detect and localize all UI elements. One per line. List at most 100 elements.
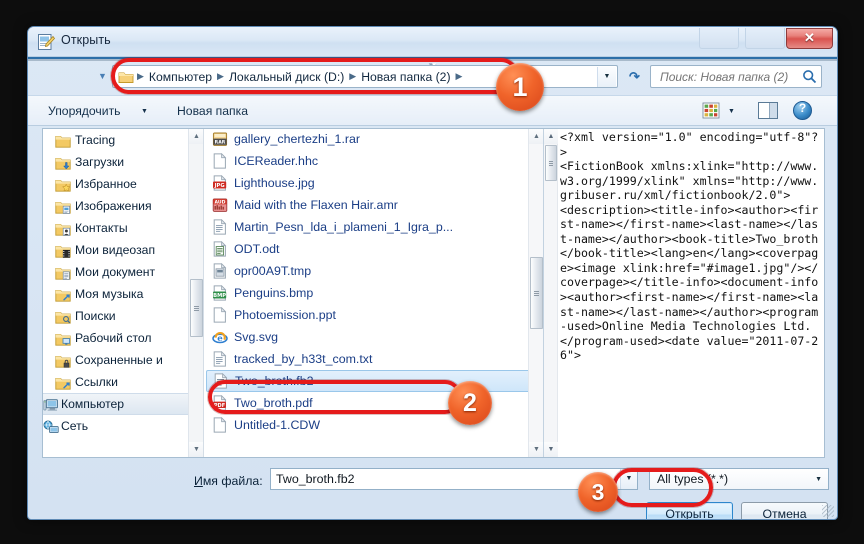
filename-label-accel: И [194,474,203,488]
computer-icon [43,398,59,412]
documents-folder-icon [55,265,71,280]
text-document-icon [212,350,228,367]
nav-tree-item[interactable]: Контакты [43,217,203,239]
file-list-item[interactable]: e Svg.svg [204,326,543,348]
breadcrumb-item-2[interactable]: Новая папка (2) [357,69,454,85]
nav-tree-item-label: Ссылки [75,375,118,389]
help-icon[interactable] [793,101,812,120]
file-list-item[interactable]: PDF Two_broth.pdf [204,392,543,414]
file-list-item[interactable]: ICEReader.hhc [204,150,543,172]
file-list-item[interactable]: Untitled-1.CDW [204,414,543,436]
filename-dropdown-button[interactable] [620,469,637,489]
file-list: RAR gallery_chertezhi_1.rar ICEReader.hhc J… [204,129,543,436]
breadcrumb-separator: ▶ [137,71,144,81]
nav-tree-item[interactable]: Поиски [43,305,203,327]
nav-tree-item[interactable]: Сохраненные и [43,349,203,371]
svg-browser-icon: e [212,329,228,345]
minimize-button[interactable] [699,28,739,49]
navigation-pane-scrollbar[interactable]: ▲ ▼ [188,129,203,457]
file-list-item[interactable]: AUD Maid with the Flaxen Hair.amr [204,194,543,216]
file-list-item[interactable]: RAR gallery_chertezhi_1.rar [204,129,543,150]
nav-tree-item[interactable]: Сеть [43,415,203,437]
close-button[interactable] [786,28,833,49]
preview-pane-icon[interactable] [758,102,778,119]
filetype-value: All types (*.*) [657,472,729,486]
breadcrumb-item-1[interactable]: Локальный диск (D:) [225,69,348,85]
cancel-button[interactable]: Отмена [741,502,828,519]
nav-tree-item-label: Мои видеозап [75,243,156,257]
filename-label: Имя файла: [194,474,263,488]
nav-tree-item-label: Сеть [61,419,89,433]
preview-pane: ▲ ▼ <?xml version="1.0" encoding="utf-8"… [543,129,824,457]
toolbar: Упорядочить ▼ Новая папка ▼ [28,95,837,126]
chevron-down-icon[interactable]: ▼ [728,108,735,115]
breadcrumb-separator: ▶ [217,71,224,81]
maximize-button[interactable] [745,28,785,49]
file-list-item[interactable]: JPG Lighthouse.jpg [204,172,543,194]
organize-button[interactable]: Упорядочить [42,102,127,120]
window-title: Открыть [61,33,111,47]
search-icon[interactable] [802,69,817,84]
nav-tree-item-label: Поиски [75,309,116,323]
file-list-item-label: Lighthouse.jpg [234,176,315,190]
new-folder-button[interactable]: Новая папка [171,102,254,120]
refresh-icon[interactable]: ↷ [624,66,645,87]
file-list-item[interactable]: Martin_Pesn_lda_i_plameni_1_Igra_p... [204,216,543,238]
nav-tree-item[interactable]: Рабочий стол [43,327,203,349]
nav-tree-item[interactable]: Моя музыка [43,283,203,305]
chevron-down-icon[interactable]: ▼ [141,108,148,115]
file-list-item[interactable]: Photoemission.ppt [204,304,543,326]
file-list-item[interactable]: tracked_by_h33t_com.txt [204,348,543,370]
navigation-pane[interactable]: Tracing Загрузки Избранное Изображения Конта… [43,129,203,457]
nav-tree-item[interactable]: Ссылки [43,371,203,393]
nav-tree-item[interactable]: Мои видеозап [43,239,203,261]
address-dropdown-button[interactable] [597,67,616,87]
search-input[interactable] [658,69,798,85]
file-list-item[interactable]: BMP Penguins.bmp [204,282,543,304]
file-list-item-selected[interactable]: Two_broth.fb2 [206,370,539,392]
recent-locations-icon[interactable]: ▼ [96,71,109,83]
scroll-thumb[interactable] [545,145,557,181]
nav-tree-item[interactable]: Компьютер [43,393,203,415]
file-list-item-label: Two_broth.fb2 [235,374,314,388]
breadcrumb-item-0[interactable]: Компьютер [145,69,216,85]
nav-tree-item-label: Контакты [75,221,128,235]
scroll-up-arrow-icon[interactable]: ▲ [529,129,543,144]
scroll-down-arrow-icon[interactable]: ▼ [529,442,543,457]
forward-button[interactable]: ❯ [28,59,837,77]
scroll-thumb[interactable] [530,257,543,329]
open-button[interactable]: Открыть [646,502,733,519]
file-list-item-label: Martin_Pesn_lda_i_plameni_1_Igra_p... [234,220,454,234]
file-list-item[interactable]: opr00A9T.tmp [204,260,543,282]
nav-tree-item[interactable]: Загрузки [43,151,203,173]
scroll-down-arrow-icon[interactable]: ▼ [544,442,558,457]
music-folder-icon [55,287,71,302]
file-list-pane[interactable]: RAR gallery_chertezhi_1.rar ICEReader.hhc J… [203,129,543,457]
preview-pane-scrollbar[interactable]: ▲ ▼ [544,129,558,457]
file-list-item[interactable]: ODT.odt [204,238,543,260]
searches-folder-icon [55,309,71,324]
nav-tree-item[interactable]: Избранное [43,173,203,195]
filetype-select[interactable]: All types (*.*) ▼ [649,468,829,490]
nav-tree-item[interactable]: Мои документ [43,261,203,283]
links-folder-icon [55,375,71,390]
resize-grip[interactable] [822,505,834,517]
search-box[interactable] [650,65,822,88]
nav-tree-item[interactable]: Tracing [43,129,203,151]
scroll-up-arrow-icon[interactable]: ▲ [544,129,558,144]
nav-tree-item-label: Tracing [75,133,116,147]
videos-folder-icon [55,243,71,258]
favorites-folder-icon [55,177,71,192]
filename-input[interactable] [270,468,638,490]
nav-tree-item-label: Загрузки [75,155,125,169]
scroll-thumb[interactable] [190,279,203,337]
svg-text:RAR: RAR [215,140,226,146]
nav-tree-item[interactable]: Изображения [43,195,203,217]
scroll-up-arrow-icon[interactable]: ▲ [189,129,203,144]
address-bar[interactable]: ▶ Компьютер ▶ Локальный диск (D:) ▶ Нова… [112,65,618,88]
view-mode-icon[interactable] [701,101,723,121]
nav-tree-item-label: Компьютер [61,397,125,411]
scroll-down-arrow-icon[interactable]: ▼ [189,442,203,457]
file-list-scrollbar[interactable]: ▲ ▼ [528,129,543,457]
file-list-item-label: Photoemission.ppt [234,308,336,322]
